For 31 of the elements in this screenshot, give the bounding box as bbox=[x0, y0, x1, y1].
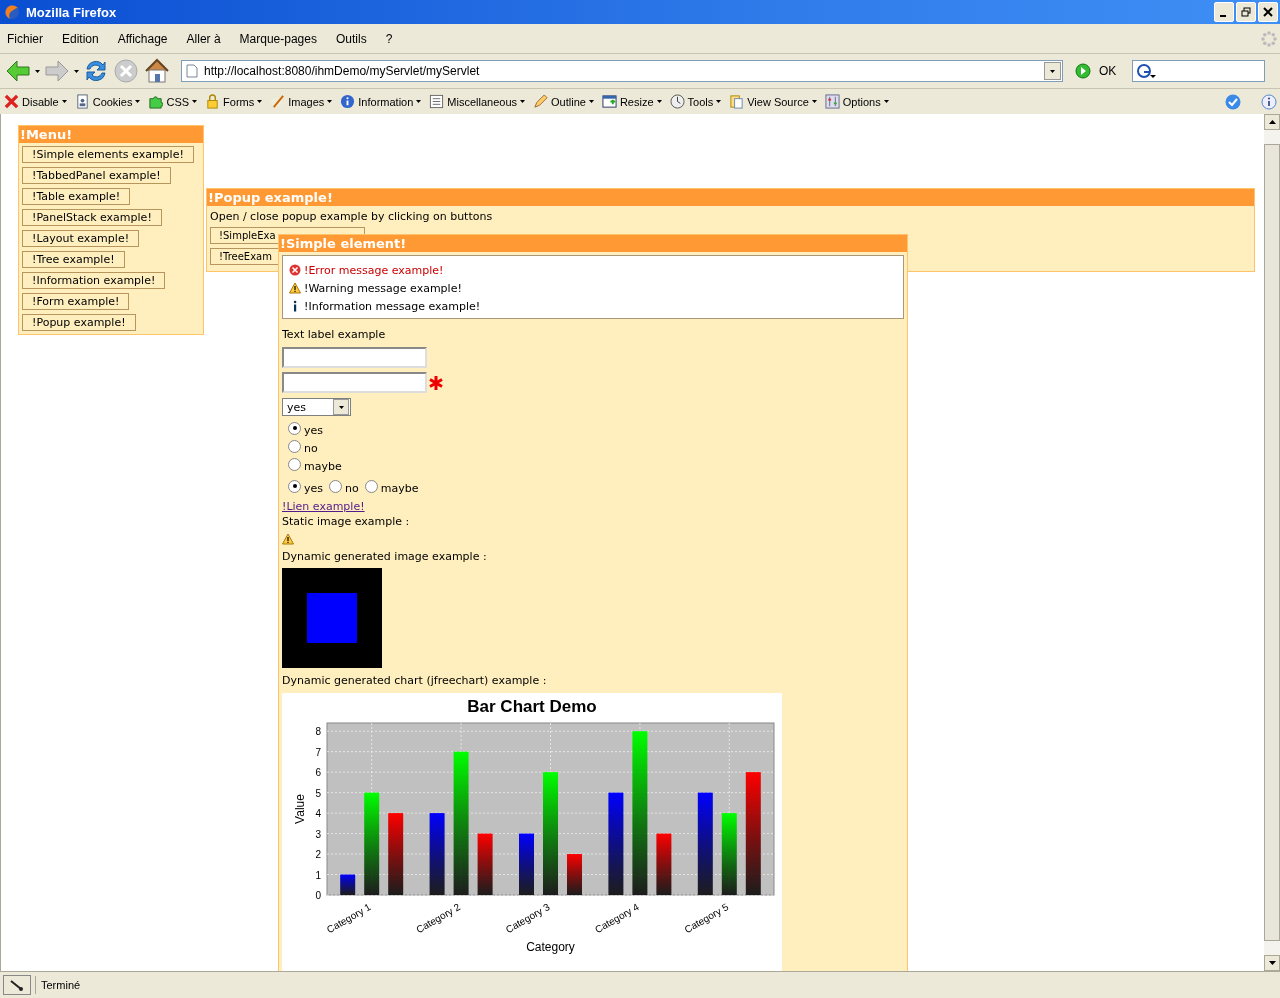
option-label: yes bbox=[304, 423, 323, 439]
panel-title: !Simple element! bbox=[279, 235, 907, 252]
option-label: no bbox=[304, 441, 318, 457]
axis-tick-label: 1 bbox=[315, 869, 321, 881]
axis-tick-label: 4 bbox=[315, 808, 321, 820]
image-caption: Dynamic generated image example : bbox=[282, 549, 487, 565]
description-text: Open / close popup example by clicking on buttons bbox=[210, 209, 493, 225]
option-label: maybe bbox=[380, 481, 419, 497]
panel-title: !Menu! bbox=[19, 126, 203, 143]
image-caption: Static image example : bbox=[282, 514, 410, 530]
text-label: Text label example bbox=[282, 327, 386, 343]
image-caption: Dynamic generated chart (jfreechart) example : bbox=[282, 673, 547, 689]
axis-tick-label: 7 bbox=[315, 746, 321, 758]
axis-tick-label: 2 bbox=[315, 849, 321, 861]
axis-tick-label: 5 bbox=[315, 787, 321, 799]
axis-tick-label: 6 bbox=[315, 767, 321, 779]
message-text: !Error message example! bbox=[304, 263, 444, 277]
status-text: Terminé bbox=[35, 976, 81, 994]
message-text: !Information message example! bbox=[304, 299, 481, 313]
option-label: yes bbox=[304, 481, 323, 497]
panel-title: !Popup example! bbox=[207, 189, 1254, 206]
axis-label: Value bbox=[293, 794, 307, 824]
option-label: no bbox=[345, 481, 359, 497]
axis-label: Category bbox=[526, 940, 575, 954]
window-title: Mozilla Firefox bbox=[26, 4, 118, 20]
message-text: !Warning message example! bbox=[304, 281, 462, 295]
chart-title: Bar Chart Demo bbox=[467, 697, 597, 716]
axis-tick-label: 3 bbox=[315, 828, 321, 840]
option-label: maybe bbox=[304, 459, 342, 475]
axis-tick-label: 0 bbox=[315, 890, 321, 901]
axis-tick-label: 8 bbox=[315, 726, 321, 738]
